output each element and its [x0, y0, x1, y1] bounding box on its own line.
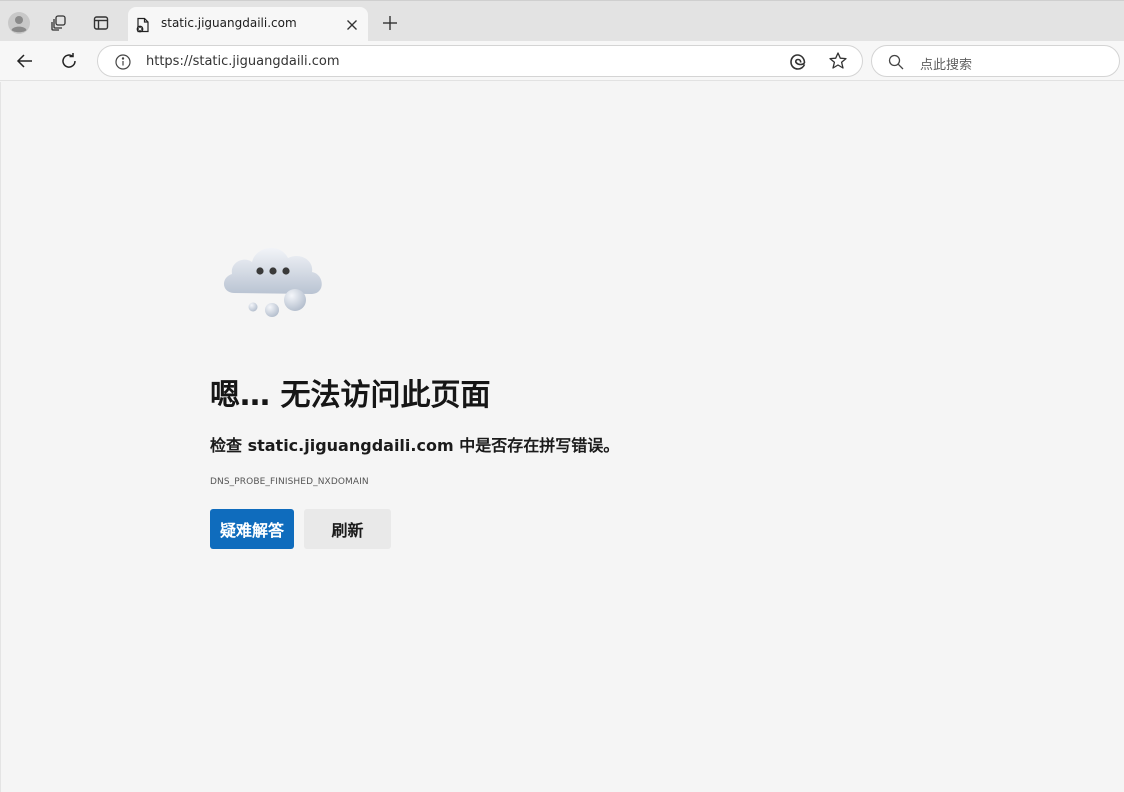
- search-box[interactable]: 点此搜索: [871, 45, 1120, 77]
- refresh-button[interactable]: 刷新: [304, 509, 391, 549]
- troubleshoot-button[interactable]: 疑难解答: [210, 509, 294, 549]
- info-icon[interactable]: [114, 53, 132, 71]
- close-icon[interactable]: [342, 15, 362, 35]
- cloud-thinking-icon: [220, 238, 328, 322]
- edge-icon[interactable]: [788, 52, 808, 72]
- error-message: 检查 static.jiguangdaili.com 中是否存在拼写错误。: [210, 436, 620, 455]
- plus-icon[interactable]: [376, 9, 404, 37]
- tab-strip: static.jiguangdaili.com: [0, 0, 1124, 42]
- search-placeholder[interactable]: 点此搜索: [920, 54, 972, 73]
- error-page: 嗯… 无法访问此页面 检查 static.jiguangdaili.com 中是…: [0, 82, 1124, 792]
- address-bar[interactable]: https://static.jiguangdaili.com: [97, 45, 863, 77]
- navigation-toolbar: https://static.jiguangdaili.com 点此搜索: [0, 41, 1124, 81]
- profile-avatar-icon[interactable]: [5, 9, 33, 37]
- star-icon[interactable]: [828, 51, 848, 71]
- error-code: DNS_PROBE_FINISHED_NXDOMAIN: [210, 477, 369, 487]
- search-icon: [888, 54, 904, 70]
- refresh-icon[interactable]: [55, 47, 83, 75]
- back-arrow-icon[interactable]: [11, 47, 39, 75]
- error-heading: 嗯… 无法访问此页面: [210, 378, 491, 413]
- workspaces-icon[interactable]: [45, 9, 73, 37]
- error-page-icon: [135, 17, 151, 33]
- active-tab[interactable]: static.jiguangdaili.com: [128, 7, 368, 42]
- url-text[interactable]: https://static.jiguangdaili.com: [146, 54, 340, 69]
- tab-actions-icon[interactable]: [87, 9, 115, 37]
- tab-title: static.jiguangdaili.com: [161, 16, 297, 30]
